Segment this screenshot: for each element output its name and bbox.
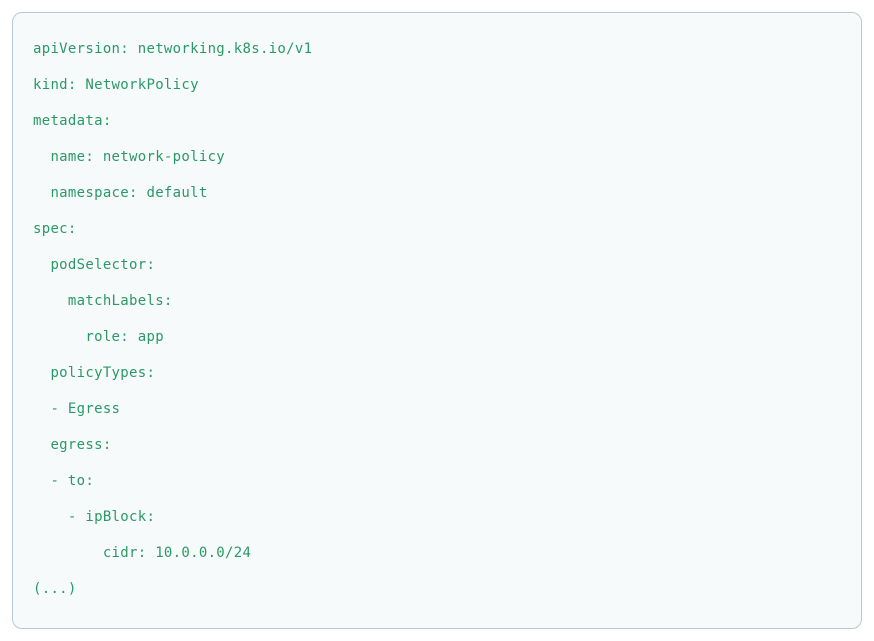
code-block: apiVersion: networking.k8s.io/v1 kind: N… (12, 12, 862, 629)
code-line: spec: (33, 211, 841, 247)
code-line: namespace: default (33, 175, 841, 211)
code-line: metadata: (33, 103, 841, 139)
code-line: name: network-policy (33, 139, 841, 175)
code-line: (...) (33, 571, 841, 607)
code-line: - ipBlock: (33, 499, 841, 535)
code-line: - to: (33, 463, 841, 499)
code-line: apiVersion: networking.k8s.io/v1 (33, 31, 841, 67)
code-line: cidr: 10.0.0.0/24 (33, 535, 841, 571)
code-line: podSelector: (33, 247, 841, 283)
code-line: egress: (33, 427, 841, 463)
code-line: policyTypes: (33, 355, 841, 391)
code-line: role: app (33, 319, 841, 355)
code-line: kind: NetworkPolicy (33, 67, 841, 103)
code-line: matchLabels: (33, 283, 841, 319)
code-line: - Egress (33, 391, 841, 427)
